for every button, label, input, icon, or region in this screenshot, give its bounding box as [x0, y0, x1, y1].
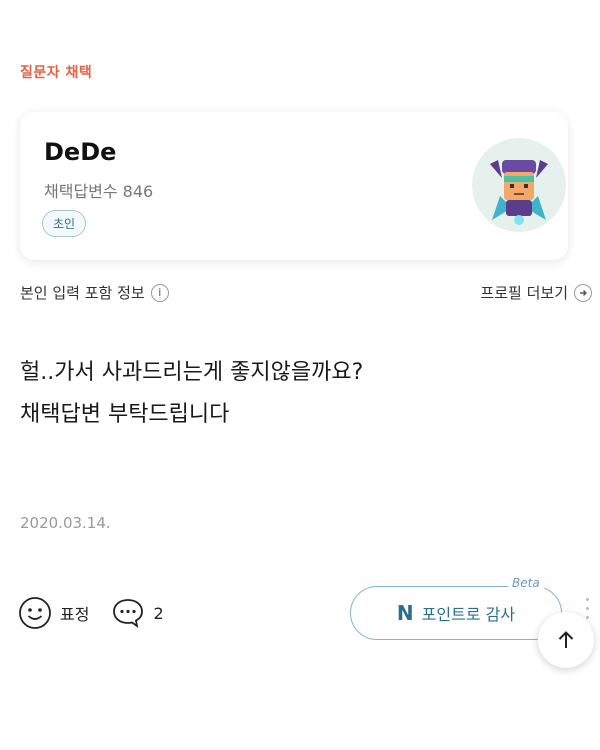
emotion-button[interactable]: 표정 [18, 596, 89, 630]
smiley-icon [19, 597, 51, 629]
emotion-label: 표정 [60, 605, 90, 624]
profile-more-link[interactable]: 프로필 더보기 [480, 282, 592, 303]
answer-body: 헐..가서 사과드리는게 좋지않을까요? 채택답변 부탁드립니다 [20, 352, 363, 436]
profile-info-label: 본인 입력 포함 정보 [20, 284, 145, 302]
adopted-answer-count: 채택답변수 846 [44, 182, 154, 201]
meta-row: 본인 입력 포함 정보 i 프로필 더보기 [20, 282, 592, 308]
profile-info-link[interactable]: 본인 입력 포함 정보 i [20, 282, 169, 303]
info-icon[interactable]: i [150, 283, 169, 302]
answer-date: 2020.03.14. [20, 514, 111, 532]
action-bar: 표정 2 [18, 596, 164, 630]
comment-count: 2 [153, 603, 164, 623]
profile-card[interactable]: DeDe 채택답변수 846 초인 [20, 112, 568, 260]
avatar[interactable] [472, 138, 566, 232]
arrow-up-icon [558, 631, 574, 648]
profile-more-label: 프로필 더보기 [480, 284, 568, 302]
beta-label: Beta [508, 576, 544, 590]
naver-n-icon: N [396, 601, 414, 625]
section-label: 질문자 채택 [20, 65, 93, 81]
scroll-top-button[interactable] [538, 612, 594, 668]
arrow-right-icon [574, 283, 592, 302]
thanks-label: 포인트로 감사 [421, 605, 516, 624]
comment-icon [113, 599, 144, 628]
profile-name: DeDe [44, 138, 117, 166]
comment-button[interactable]: 2 [111, 596, 164, 630]
answer-line: 채택답변 부탁드립니다 [20, 402, 230, 427]
thanks-with-points-button[interactable]: N 포인트로 감사 [350, 586, 562, 640]
robot-avatar-icon [472, 138, 566, 232]
grade-badge: 초인 [42, 210, 87, 237]
answer-line: 헐..가서 사과드리는게 좋지않을까요? [20, 360, 364, 385]
